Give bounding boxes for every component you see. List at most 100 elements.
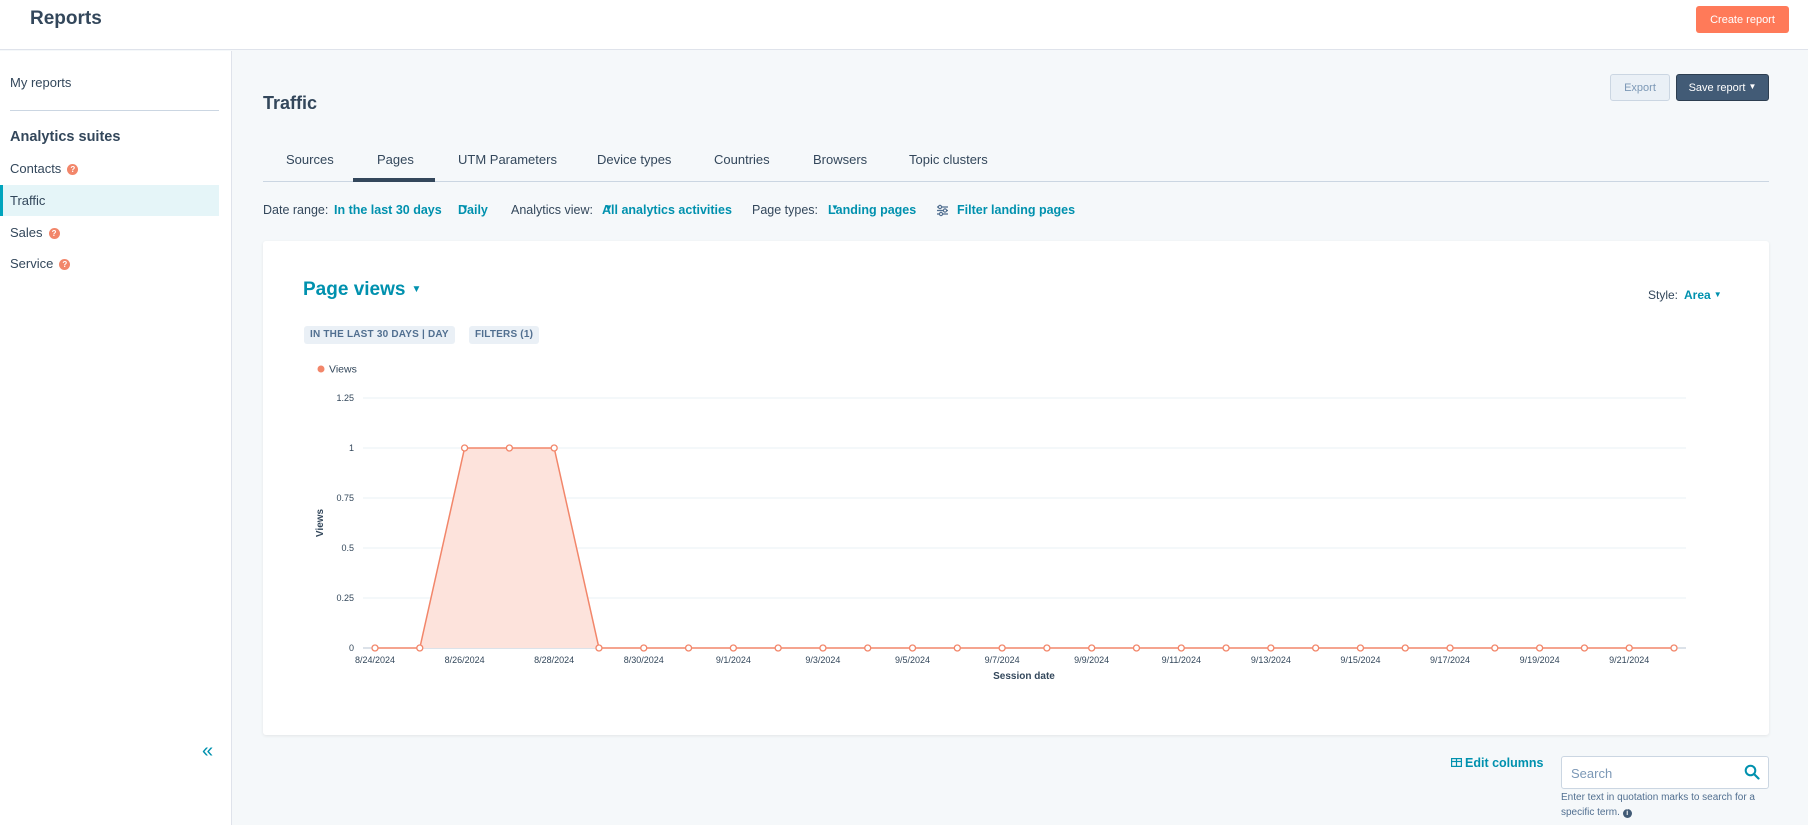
page-title: Traffic	[263, 93, 318, 113]
analytics-view-value: All analytics activities	[602, 203, 732, 217]
y-tick-label: 0.25	[336, 593, 354, 603]
x-tick-label: 9/1/2024	[716, 655, 751, 665]
double-chevron-left-icon[interactable]: «	[202, 741, 213, 761]
data-point	[1356, 644, 1365, 652]
data-point	[684, 644, 693, 652]
caret-down-icon: ▼	[831, 203, 839, 212]
y-axis-label: Views	[315, 508, 326, 537]
save-report-label: Save report	[1688, 81, 1746, 94]
x-tick-label: 9/11/2024	[1162, 655, 1201, 665]
search-icon[interactable]	[1744, 764, 1760, 785]
data-point	[1043, 644, 1051, 652]
x-tick-label: 8/28/2024	[534, 655, 574, 665]
data-point	[1535, 644, 1544, 652]
data-point	[595, 644, 603, 652]
sidebar-section-title: Analytics suites	[10, 129, 121, 145]
x-tick-label: 8/26/2024	[445, 655, 485, 665]
chart-card: Page views ▼ Style: Area ▼ IN THE LAST 30 …	[263, 241, 1769, 735]
x-tick-label: 9/21/2024	[1609, 655, 1649, 665]
search-input[interactable]	[1571, 764, 1731, 782]
top-bar: Reports Create report	[0, 0, 1808, 50]
info-icon[interactable]: i	[1622, 809, 1632, 818]
y-tick-label: 0.5	[341, 543, 354, 553]
data-point	[460, 444, 469, 452]
sidebar-item-contacts[interactable]: Contacts?	[0, 153, 219, 184]
x-tick-label: 9/7/2024	[985, 655, 1020, 665]
y-tick-label: 1	[349, 443, 354, 453]
data-point	[998, 644, 1006, 652]
tab-device-types[interactable]: Device types	[597, 152, 671, 167]
y-tick-label: 0.75	[336, 493, 354, 503]
help-icon[interactable]: ?	[59, 259, 71, 270]
sidebar: My reports Analytics suites Contacts? Tr…	[0, 51, 232, 825]
data-point	[774, 644, 782, 652]
sidebar-item-service[interactable]: Service?	[0, 248, 219, 279]
data-point	[1088, 644, 1096, 652]
x-tick-label: 9/13/2024	[1251, 655, 1291, 665]
data-point	[550, 444, 558, 452]
edit-columns-button[interactable]: Edit columns	[1451, 756, 1543, 770]
x-tick-label: 9/3/2024	[805, 655, 840, 665]
edit-columns-label: Edit columns	[1465, 756, 1544, 770]
help-icon[interactable]: ?	[67, 164, 79, 175]
x-tick-label: 9/15/2024	[1340, 655, 1380, 665]
x-tick-label: 9/9/2024	[1074, 655, 1109, 665]
data-point	[371, 644, 379, 652]
filter-landing-pages-link[interactable]: Filter landing pages	[957, 203, 1075, 217]
analytics-view-label: Analytics view:	[511, 203, 593, 217]
create-report-button[interactable]: Create report	[1696, 6, 1789, 33]
sidebar-my-reports[interactable]: My reports	[10, 75, 71, 90]
tab-sources[interactable]: Sources	[286, 152, 334, 167]
report-tabs: Sources Pages UTM Parameters Device type…	[263, 143, 1769, 182]
y-tick-label: 1.25	[336, 393, 354, 403]
x-tick-label: 8/24/2024	[355, 655, 395, 665]
date-range-dropdown[interactable]: In the last 30 days	[334, 203, 442, 217]
sidebar-item-sales[interactable]: Sales?	[0, 217, 219, 248]
data-point	[819, 644, 827, 652]
filter-sliders-icon[interactable]	[936, 204, 949, 220]
sidebar-divider	[10, 110, 219, 111]
caret-down-icon: ▼	[461, 203, 469, 212]
table-search	[1561, 756, 1769, 789]
data-point	[1222, 644, 1230, 652]
data-point	[729, 644, 737, 652]
legend-label: Views	[329, 364, 357, 376]
data-point	[1580, 644, 1589, 652]
date-range-label: Date range:	[263, 203, 329, 217]
tab-pages[interactable]: Pages	[377, 152, 414, 167]
tab-browsers[interactable]: Browsers	[813, 152, 867, 167]
sidebar-item-label: Sales	[10, 225, 43, 240]
tab-utm-parameters[interactable]: UTM Parameters	[458, 152, 557, 167]
legend-swatch	[317, 365, 325, 373]
tab-countries[interactable]: Countries	[714, 152, 770, 167]
data-point	[1132, 644, 1141, 652]
data-point	[1267, 644, 1275, 652]
active-tab-indicator	[353, 178, 435, 182]
data-point	[953, 644, 961, 652]
sidebar-item-label: Traffic	[10, 193, 46, 208]
x-tick-label: 9/17/2024	[1430, 655, 1470, 665]
data-point	[505, 444, 514, 452]
tab-topic-clusters[interactable]: Topic clusters	[909, 152, 988, 167]
save-report-button[interactable]: Save report ▼	[1676, 74, 1769, 101]
data-point	[1491, 644, 1499, 652]
sidebar-item-label: Contacts	[10, 161, 62, 176]
data-point	[1670, 644, 1678, 652]
data-point	[1446, 644, 1454, 652]
export-button[interactable]: Export	[1610, 74, 1670, 101]
help-icon[interactable]: ?	[48, 228, 60, 239]
data-point	[864, 644, 872, 652]
page-header-title: Reports	[30, 8, 102, 29]
data-point	[640, 644, 648, 652]
search-hint: Enter text in quotation marks to search …	[1561, 790, 1769, 820]
columns-icon	[1451, 758, 1463, 768]
caret-down-icon: ▼	[605, 203, 613, 212]
caret-down-icon: ▼	[1748, 81, 1757, 91]
data-point	[1312, 644, 1320, 652]
sidebar-item-label: Service	[10, 256, 54, 271]
x-tick-label: 9/5/2024	[895, 655, 930, 665]
x-tick-label: 8/30/2024	[624, 655, 664, 665]
data-point	[1401, 644, 1409, 652]
data-point	[1625, 644, 1633, 652]
sidebar-item-traffic[interactable]: Traffic	[0, 185, 219, 216]
